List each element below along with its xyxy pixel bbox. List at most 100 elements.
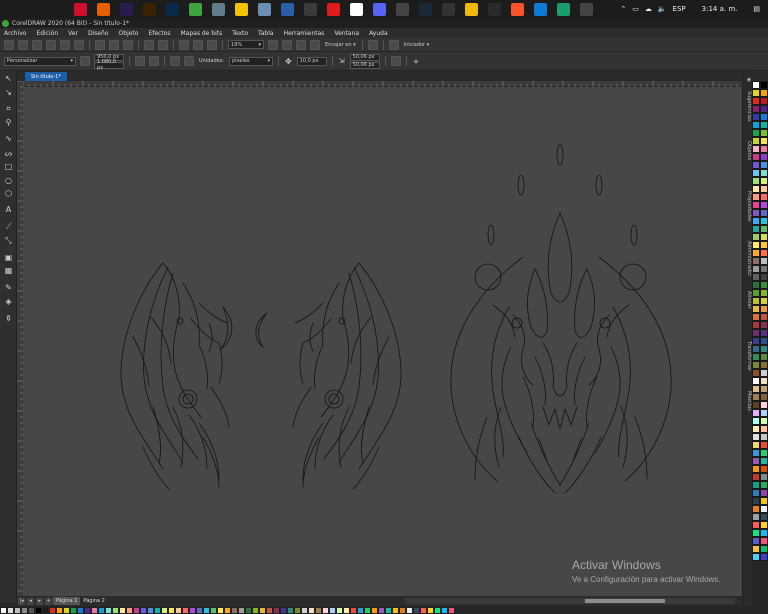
duplicate-y-field[interactable]: 50,06 px: [349, 61, 380, 69]
copy-button[interactable]: [109, 39, 119, 50]
document-palette-swatch[interactable]: [203, 606, 210, 614]
document-palette-swatch[interactable]: [350, 606, 357, 614]
document-palette-swatch[interactable]: [21, 606, 28, 614]
palette-swatch[interactable]: [752, 321, 760, 329]
save-button[interactable]: [32, 39, 42, 50]
docker-tab-4[interactable]: Alinear: [744, 291, 752, 309]
document-palette-swatch[interactable]: [189, 606, 196, 614]
document-palette-swatch[interactable]: [448, 606, 455, 614]
palette-swatch[interactable]: [760, 513, 768, 521]
palette-swatch[interactable]: [752, 433, 760, 441]
palette-swatch[interactable]: [752, 249, 760, 257]
palette-swatch[interactable]: [760, 473, 768, 481]
palette-swatch[interactable]: [760, 297, 768, 305]
palette-swatch[interactable]: [760, 545, 768, 553]
palette-swatch[interactable]: [760, 201, 768, 209]
edge-icon[interactable]: [534, 2, 547, 16]
store-icon[interactable]: [281, 2, 294, 16]
document-palette-swatch[interactable]: [182, 606, 189, 614]
full-screen-button[interactable]: [268, 39, 278, 50]
palette-swatch[interactable]: [760, 241, 768, 249]
add-icon[interactable]: +: [413, 57, 420, 66]
print-button[interactable]: [74, 39, 84, 50]
palette-swatch[interactable]: [760, 401, 768, 409]
document-palette-swatch[interactable]: [196, 606, 203, 614]
redo-button[interactable]: [158, 39, 168, 50]
palette-swatch[interactable]: [760, 225, 768, 233]
all-pages-button[interactable]: [170, 56, 180, 66]
palette-swatch[interactable]: [752, 177, 760, 185]
palette-swatch[interactable]: [752, 537, 760, 545]
chevron-up-icon[interactable]: ⌃: [620, 5, 626, 13]
palette-swatch[interactable]: [752, 361, 760, 369]
document-palette-swatch[interactable]: [322, 606, 329, 614]
eyedropper-tool-icon[interactable]: ✎: [3, 282, 14, 293]
palette-swatch[interactable]: [752, 193, 760, 201]
document-palette-swatch[interactable]: [301, 606, 308, 614]
palette-swatch[interactable]: [760, 369, 768, 377]
undo-button[interactable]: [144, 39, 154, 50]
palette-swatch[interactable]: [760, 537, 768, 545]
palette-swatch[interactable]: [760, 89, 768, 97]
document-palette-swatch[interactable]: [315, 606, 322, 614]
cut-button[interactable]: [95, 39, 105, 50]
palette-swatch[interactable]: [760, 217, 768, 225]
palette-swatch[interactable]: [752, 425, 760, 433]
nudge-distance-field[interactable]: 10,0 px: [296, 56, 327, 66]
polygon-tool-icon[interactable]: ⬡: [3, 188, 14, 199]
document-palette-swatch[interactable]: [133, 606, 140, 614]
palette-swatch[interactable]: [760, 249, 768, 257]
chrome-like-icon[interactable]: [557, 2, 570, 16]
document-palette-swatch[interactable]: [84, 606, 91, 614]
palette-swatch[interactable]: [752, 449, 760, 457]
document-palette-swatch[interactable]: [287, 606, 294, 614]
document-palette-swatch[interactable]: [406, 606, 413, 614]
drop-shadow-tool-icon[interactable]: ▣: [3, 252, 14, 263]
menu-item-9[interactable]: Herramientas: [284, 30, 325, 37]
file-explorer-icon[interactable]: [212, 2, 225, 16]
palette-swatch[interactable]: [752, 553, 760, 561]
palette-swatch[interactable]: [760, 353, 768, 361]
palette-swatch[interactable]: [752, 201, 760, 209]
document-palette-swatch[interactable]: [7, 606, 14, 614]
document-palette-swatch[interactable]: [161, 606, 168, 614]
docker-tab-6[interactable]: Mezclas: [744, 391, 752, 411]
utorrent-icon[interactable]: [442, 2, 455, 16]
palette-swatch[interactable]: [752, 169, 760, 177]
document-palette-swatch[interactable]: [224, 606, 231, 614]
document-palette-swatch[interactable]: [147, 606, 154, 614]
palette-swatch[interactable]: [760, 281, 768, 289]
document-palette-swatch[interactable]: [231, 606, 238, 614]
portrait-button[interactable]: [135, 56, 145, 66]
tab-document[interactable]: Sin título-1*: [25, 72, 67, 81]
document-palette-swatch[interactable]: [364, 606, 371, 614]
palette-swatch[interactable]: [760, 169, 768, 177]
show-guides-button[interactable]: [310, 39, 320, 50]
youtube-icon[interactable]: [327, 2, 340, 16]
paste-button[interactable]: [123, 39, 133, 50]
palette-swatch[interactable]: [760, 377, 768, 385]
palette-swatch[interactable]: [752, 121, 760, 129]
document-palette-swatch[interactable]: [399, 606, 406, 614]
palette-swatch[interactable]: [752, 233, 760, 241]
document-palette-swatch[interactable]: [168, 606, 175, 614]
document-palette-swatch[interactable]: [357, 606, 364, 614]
palette-swatch[interactable]: [760, 193, 768, 201]
palette-swatch[interactable]: [760, 185, 768, 193]
document-palette-swatch[interactable]: [42, 606, 49, 614]
palette-swatch[interactable]: [760, 121, 768, 129]
palette-swatch[interactable]: [752, 145, 760, 153]
transparency-tool-icon[interactable]: ▦: [3, 265, 14, 276]
document-palette-swatch[interactable]: [154, 606, 161, 614]
gmail-icon[interactable]: [350, 2, 363, 16]
firefox-icon[interactable]: [97, 2, 110, 16]
palette-swatch[interactable]: [760, 441, 768, 449]
document-palette-swatch[interactable]: [294, 606, 301, 614]
palette-swatch[interactable]: [752, 241, 760, 249]
upload-cloud-button[interactable]: [46, 39, 56, 50]
clock[interactable]: 3:14 a. m.: [702, 5, 738, 13]
steam-icon[interactable]: [419, 2, 432, 16]
palette-swatch[interactable]: [760, 465, 768, 473]
docker-tab-5[interactable]: Transformar: [744, 341, 752, 371]
export-button[interactable]: [193, 39, 203, 50]
